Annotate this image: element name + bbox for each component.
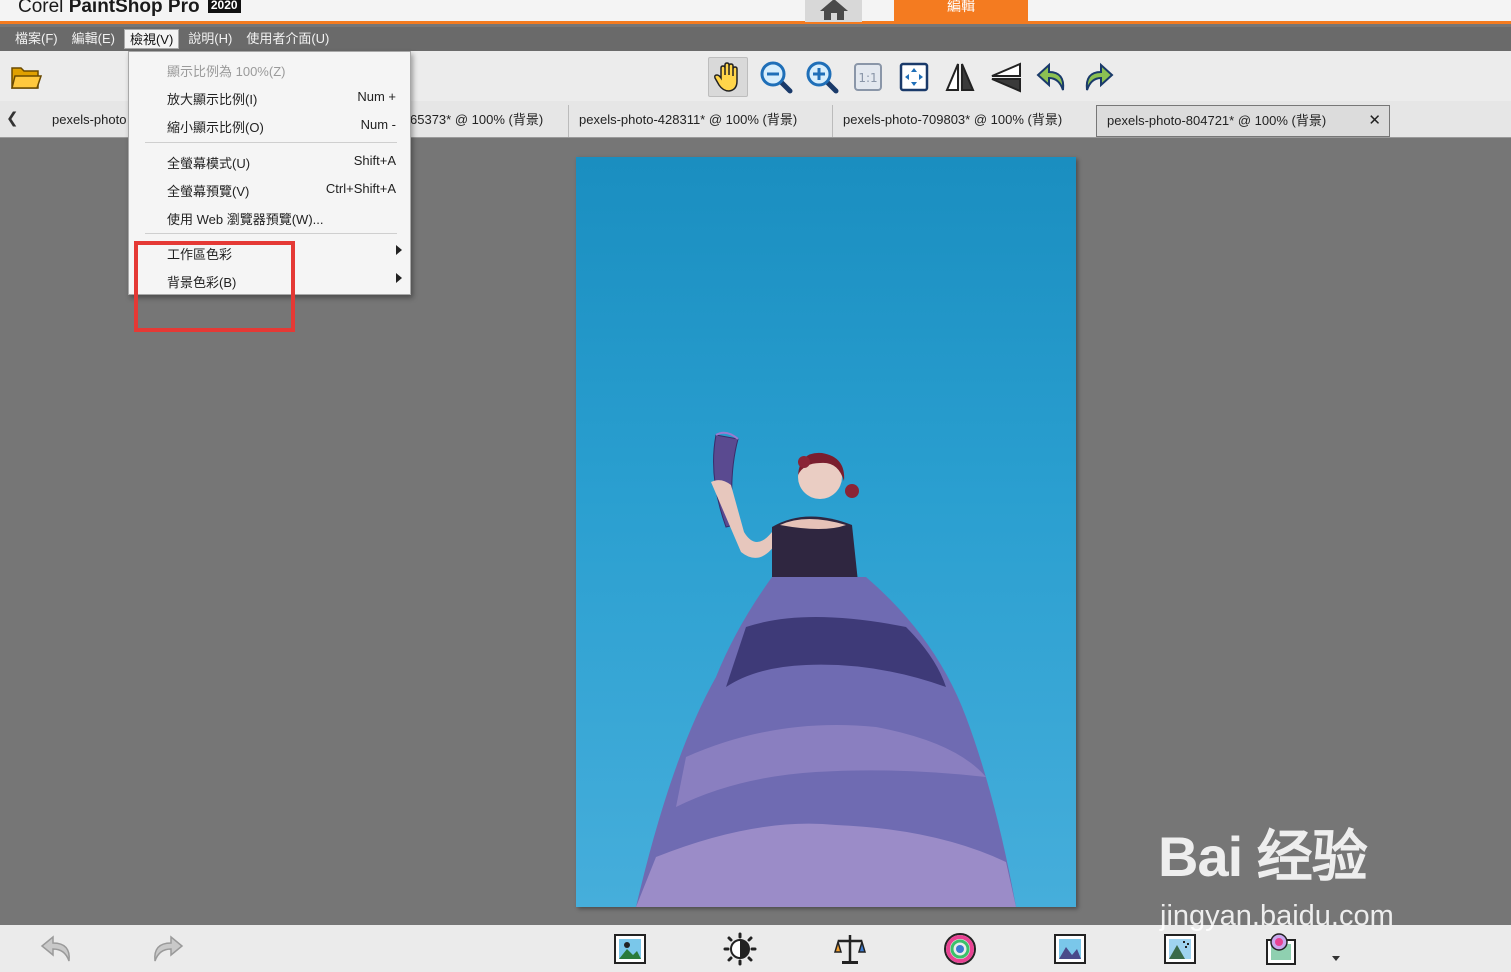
watermark-logo: Bai 经验 <box>1158 825 1368 888</box>
zoom-out-icon <box>760 61 793 94</box>
zoom-out-button[interactable] <box>756 57 796 97</box>
menu-item-label: 全螢幕預覽(V) <box>167 184 250 199</box>
color-balance-icon <box>833 935 867 964</box>
tabs-scroll-left-icon[interactable]: ❮ <box>6 109 19 127</box>
hue-saturation-button[interactable] <box>941 931 979 967</box>
highlight-annotation-box <box>134 241 295 332</box>
app-brand: Corel <box>18 0 64 17</box>
submenu-arrow-icon <box>396 245 402 255</box>
menu-separator <box>145 233 397 234</box>
submenu-arrow-icon <box>396 273 402 283</box>
document-tab-label: 65373* @ 100% (背景) <box>410 112 544 127</box>
open-file-button[interactable] <box>6 57 46 97</box>
app-title: Corel PaintShop Pro 2020 <box>18 0 241 18</box>
noise-removal-icon <box>1164 934 1196 964</box>
smart-photo-fix-icon <box>614 934 646 964</box>
rotate-left-button[interactable] <box>1032 57 1072 97</box>
menu-item-web-browser-preview[interactable]: 使用 Web 瀏覽器預覽(W)... <box>129 205 410 227</box>
pan-hand-icon <box>714 62 738 92</box>
menu-item-zoom-in[interactable]: 放大顯示比例(I) Num + <box>129 85 410 107</box>
menu-item-zoom-100: 顯示比例為 100%(Z) <box>129 57 410 79</box>
flip-icon <box>945 63 975 91</box>
zoom-in-button[interactable] <box>802 57 842 97</box>
document-tab[interactable]: pexels-photo-428311* @ 100% (背景) <box>568 105 832 137</box>
menu-item-label: 放大顯示比例(I) <box>167 92 258 107</box>
document-tab-label: pexels-photo <box>52 112 127 127</box>
document-tab[interactable]: 65373* @ 100% (背景) <box>400 105 568 137</box>
menu-item-shortcut: Shift+A <box>353 153 396 168</box>
photo-image <box>636 431 1016 907</box>
flip-button[interactable] <box>940 57 980 97</box>
noise-removal-button[interactable] <box>1161 931 1199 967</box>
brightness-icon <box>723 932 757 966</box>
app-version-badge: 2020 <box>207 0 241 13</box>
close-tab-icon[interactable]: ✕ <box>1368 106 1381 136</box>
rotate-left-icon <box>1036 62 1065 91</box>
actual-size-button[interactable]: 1:1 <box>848 57 888 97</box>
photo-adjust-icon <box>1054 934 1086 964</box>
rotate-right-icon <box>1085 62 1114 91</box>
rotate-right-button[interactable] <box>1078 57 1118 97</box>
menu-item-shortcut: Ctrl+Shift+A <box>325 181 396 196</box>
menu-separator <box>145 142 397 143</box>
menu-item-full-screen-mode[interactable]: 全螢幕模式(U) Shift+A <box>129 149 410 171</box>
home-icon <box>819 0 848 20</box>
fit-to-window-button[interactable] <box>894 57 934 97</box>
mirror-icon <box>991 62 1021 93</box>
menu-item-zoom-out[interactable]: 縮小顯示比例(O) Num - <box>129 113 410 135</box>
zoom-in-icon <box>806 61 839 94</box>
color-balance-button[interactable] <box>831 931 869 967</box>
document-tab[interactable]: pexels-photo <box>42 105 128 137</box>
document-tab[interactable]: pexels-photo-709803* @ 100% (背景) <box>832 105 1096 137</box>
mirror-button[interactable] <box>986 57 1026 97</box>
menu-item-label: 顯示比例為 100%(Z) <box>167 64 286 79</box>
menu-view[interactable]: 檢視(V) <box>123 29 180 49</box>
menu-bar: 檔案(F) 編輯(E) 檢視(V) 說明(H) 使用者介面(U) <box>0 27 1511 51</box>
document-tab-label: pexels-photo-804721* @ 100% (背景) <box>1107 113 1327 128</box>
menu-edit[interactable]: 編輯(E) <box>67 29 120 49</box>
title-bar: Corel PaintShop Pro 2020 編輯 <box>0 0 1511 24</box>
photo-canvas[interactable] <box>576 157 1076 907</box>
document-tab-active[interactable]: pexels-photo-804721* @ 100% (背景) ✕ <box>1096 105 1390 137</box>
menu-item-shortcut: Num - <box>360 117 396 132</box>
app-product-name: PaintShop Pro <box>68 0 200 17</box>
redo-button[interactable] <box>148 931 186 967</box>
menu-item-shortcut: Num + <box>357 89 396 104</box>
open-folder-icon <box>11 67 42 89</box>
menu-file[interactable]: 檔案(F) <box>10 29 63 49</box>
actual-size-icon: 1:1 <box>854 63 882 91</box>
more-adjustments-chevron-down-icon[interactable] <box>1332 956 1340 961</box>
home-workspace-tab[interactable] <box>805 0 862 22</box>
svg-text:1:1: 1:1 <box>858 71 877 85</box>
smart-photo-fix-button[interactable] <box>611 931 649 967</box>
depth-of-field-button[interactable] <box>1263 931 1301 967</box>
fit-to-window-icon <box>899 62 929 92</box>
watermark-url: jingyan.baidu.com <box>1160 900 1394 932</box>
document-tab-label: pexels-photo-709803* @ 100% (背景) <box>843 112 1063 127</box>
pan-tool-button[interactable] <box>708 57 748 97</box>
saturation-icon <box>944 933 976 965</box>
menu-item-label: 全螢幕模式(U) <box>167 156 251 171</box>
menu-item-full-screen-preview[interactable]: 全螢幕預覽(V) Ctrl+Shift+A <box>129 177 410 199</box>
edit-workspace-tab[interactable]: 編輯 <box>894 0 1028 24</box>
undo-button[interactable] <box>38 931 76 967</box>
menu-user-interface[interactable]: 使用者介面(U) <box>241 29 334 49</box>
brightness-contrast-button[interactable] <box>721 931 759 967</box>
menu-help[interactable]: 說明(H) <box>183 29 237 49</box>
photo-adjust-button[interactable] <box>1051 931 1089 967</box>
undo-icon <box>40 935 70 962</box>
depth-of-field-icon <box>1266 933 1296 965</box>
menu-item-label: 使用 Web 瀏覽器預覽(W)... <box>167 212 324 227</box>
redo-icon <box>154 935 184 962</box>
document-tab-label: pexels-photo-428311* @ 100% (背景) <box>579 112 798 127</box>
menu-item-label: 縮小顯示比例(O) <box>167 120 264 135</box>
